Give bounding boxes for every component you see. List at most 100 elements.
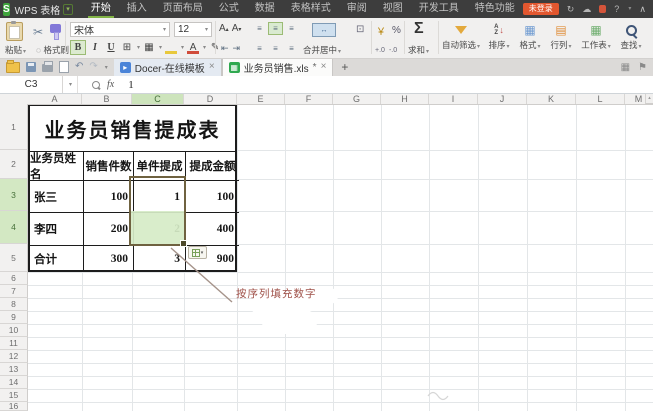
scrollbar-up-icon[interactable]: ▴: [645, 93, 653, 104]
undo-icon[interactable]: ↶: [75, 62, 83, 72]
cell-D3[interactable]: 100: [186, 181, 239, 213]
wrap-text-button[interactable]: ⊡: [356, 24, 364, 35]
row-header-7[interactable]: 7: [0, 285, 28, 298]
formula-input[interactable]: 1: [128, 79, 134, 91]
cloud-icon[interactable]: ☁: [582, 3, 591, 15]
tab-close-icon[interactable]: ×: [321, 62, 327, 72]
cell-B3[interactable]: 100: [84, 181, 134, 213]
font-color-dropdown-icon[interactable]: ▾: [203, 44, 206, 51]
align-middle-button[interactable]: ≡: [268, 22, 283, 35]
percent-style-button[interactable]: %: [392, 25, 401, 36]
autofilter-button[interactable]: 自动筛选▾: [441, 21, 481, 55]
menu-tab-table-style[interactable]: 表格样式: [283, 0, 339, 18]
row-header-16[interactable]: 16: [0, 402, 28, 411]
cell-A2[interactable]: 业务员姓名: [30, 152, 84, 181]
row-header-11[interactable]: 11: [0, 337, 28, 350]
cell-D2[interactable]: 提成金额: [186, 152, 239, 181]
currency-style-button[interactable]: ￥: [376, 23, 386, 38]
collapse-ribbon-icon[interactable]: ∧: [639, 3, 646, 15]
increase-indent-icon[interactable]: ⇥: [233, 43, 241, 54]
col-header-J[interactable]: J: [478, 93, 527, 104]
save-icon[interactable]: [26, 62, 36, 72]
tab-docer[interactable]: ▸Docer-在线模板×: [114, 58, 222, 76]
tab-workbook[interactable]: ▦业务员销售.xls*×: [222, 58, 334, 76]
col-header-I[interactable]: I: [429, 93, 478, 104]
italic-button[interactable]: I: [88, 41, 102, 54]
row-header-2[interactable]: 2: [0, 150, 28, 179]
tab-close-icon[interactable]: ×: [209, 62, 215, 72]
font-color-button[interactable]: A: [186, 41, 200, 54]
col-header-L[interactable]: L: [576, 93, 625, 104]
sort-button[interactable]: AZ↓排序▾: [485, 21, 513, 55]
format-button[interactable]: ▦格式▾: [516, 21, 544, 55]
font-name-select[interactable]: 宋体▾: [70, 22, 170, 37]
align-center-button[interactable]: ≡: [268, 42, 283, 55]
col-header-A[interactable]: A: [28, 93, 82, 104]
borders-button[interactable]: ⊞: [120, 41, 134, 54]
help-icon[interactable]: ?: [614, 3, 619, 15]
paste-icon[interactable]: [6, 22, 23, 41]
row-header-13[interactable]: 13: [0, 363, 28, 376]
align-left-button[interactable]: ≡: [252, 42, 267, 55]
quick-access-dropdown-icon[interactable]: ▾: [105, 64, 108, 71]
paste-button[interactable]: 粘贴▾: [5, 44, 26, 56]
menu-tab-review[interactable]: 审阅: [339, 0, 375, 18]
format-painter-button[interactable]: ◌ 格式刷: [36, 44, 69, 56]
fill-handle[interactable]: [180, 240, 187, 247]
insert-function-button[interactable]: fx: [107, 79, 114, 90]
menu-tab-insert[interactable]: 插入: [119, 0, 155, 18]
highlight-color-button[interactable]: [164, 41, 178, 54]
menu-tab-dev-tools[interactable]: 开发工具: [411, 0, 467, 18]
menu-tab-page-layout[interactable]: 页面布局: [155, 0, 211, 18]
redo-icon[interactable]: ↷: [89, 62, 97, 72]
row-header-9[interactable]: 9: [0, 311, 28, 324]
row-header-6[interactable]: 6: [0, 272, 28, 285]
shrink-font-button[interactable]: A▾: [232, 23, 242, 34]
menu-tab-view[interactable]: 视图: [375, 0, 411, 18]
shading-button[interactable]: ▦: [142, 41, 156, 54]
col-header-K[interactable]: K: [527, 93, 576, 104]
font-size-select[interactable]: 12▾: [174, 22, 212, 37]
row-header-12[interactable]: 12: [0, 350, 28, 363]
align-right-button[interactable]: ≡: [284, 42, 299, 55]
cell-A3[interactable]: 张三: [30, 181, 84, 213]
search-function-icon[interactable]: [92, 81, 100, 89]
print-preview-icon[interactable]: [59, 61, 69, 73]
cell-A4[interactable]: 李四: [30, 213, 84, 246]
col-header-C[interactable]: C: [132, 93, 184, 104]
menu-tab-data[interactable]: 数据: [247, 0, 283, 18]
autosum-button[interactable]: 求和▾: [408, 44, 429, 56]
row-header-14[interactable]: 14: [0, 376, 28, 389]
row-header-8[interactable]: 8: [0, 298, 28, 311]
merge-center-button[interactable]: 合并居中▾: [303, 44, 341, 56]
col-header-H[interactable]: H: [381, 93, 429, 104]
bold-button[interactable]: B: [70, 40, 86, 55]
align-bottom-button[interactable]: ≡: [284, 22, 299, 35]
row-col-button[interactable]: ▤行列▾: [547, 21, 575, 55]
menu-tab-special-features[interactable]: 特色功能: [467, 0, 523, 18]
cell-B2[interactable]: 销售件数: [84, 152, 134, 181]
underline-button[interactable]: U: [104, 41, 118, 54]
layout-switch-icon[interactable]: ▦: [621, 62, 630, 73]
row-header-4[interactable]: 4: [0, 211, 28, 244]
row-header-1[interactable]: 1: [0, 104, 28, 150]
login-badge[interactable]: 未登录: [523, 3, 559, 15]
cell-D4[interactable]: 400: [186, 213, 239, 246]
borders-dropdown-icon[interactable]: ▾: [137, 44, 140, 51]
app-menu-dropdown-icon[interactable]: ▾: [63, 4, 73, 15]
autofill-options-button[interactable]: ▾: [188, 246, 207, 259]
new-tab-button[interactable]: +: [333, 60, 356, 74]
flag-icon[interactable]: ⚑: [638, 62, 647, 73]
sync-icon[interactable]: ↻: [567, 3, 575, 15]
format-painter-icon[interactable]: [50, 24, 61, 33]
col-header-D[interactable]: D: [184, 93, 237, 104]
name-box[interactable]: C3: [0, 76, 63, 93]
notification-icon[interactable]: [599, 5, 606, 13]
row-header-5[interactable]: 5: [0, 244, 28, 272]
col-header-G[interactable]: G: [333, 93, 381, 104]
row-header-10[interactable]: 10: [0, 324, 28, 337]
cell-A5[interactable]: 合计: [30, 246, 84, 272]
print-icon[interactable]: [42, 64, 53, 72]
shading-dropdown-icon[interactable]: ▾: [159, 44, 162, 51]
cell-B4[interactable]: 200: [84, 213, 134, 246]
